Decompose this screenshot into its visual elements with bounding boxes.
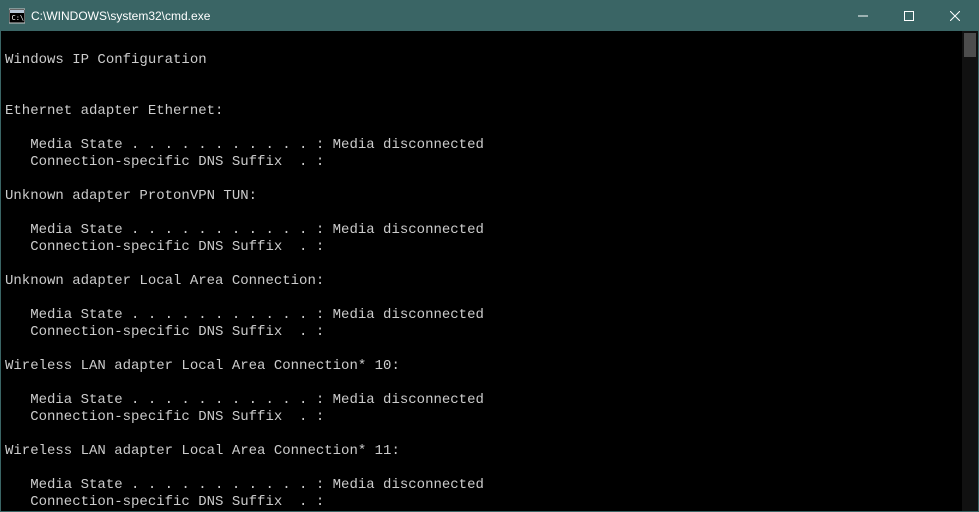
minimize-button[interactable] xyxy=(840,1,886,31)
scroll-thumb[interactable] xyxy=(964,33,976,57)
scrollbar[interactable] xyxy=(962,31,978,511)
window-title: C:\WINDOWS\system32\cmd.exe xyxy=(31,9,840,23)
window-controls xyxy=(840,1,978,31)
cmd-icon: C:\ xyxy=(9,8,25,24)
titlebar[interactable]: C:\ C:\WINDOWS\system32\cmd.exe xyxy=(1,1,978,31)
cmd-window: C:\ C:\WINDOWS\system32\cmd.exe Windows … xyxy=(0,0,979,512)
svg-text:C:\: C:\ xyxy=(12,14,25,22)
content-area: Windows IP Configuration Ethernet adapte… xyxy=(1,31,978,511)
close-button[interactable] xyxy=(932,1,978,31)
maximize-button[interactable] xyxy=(886,1,932,31)
terminal-output[interactable]: Windows IP Configuration Ethernet adapte… xyxy=(1,31,962,511)
